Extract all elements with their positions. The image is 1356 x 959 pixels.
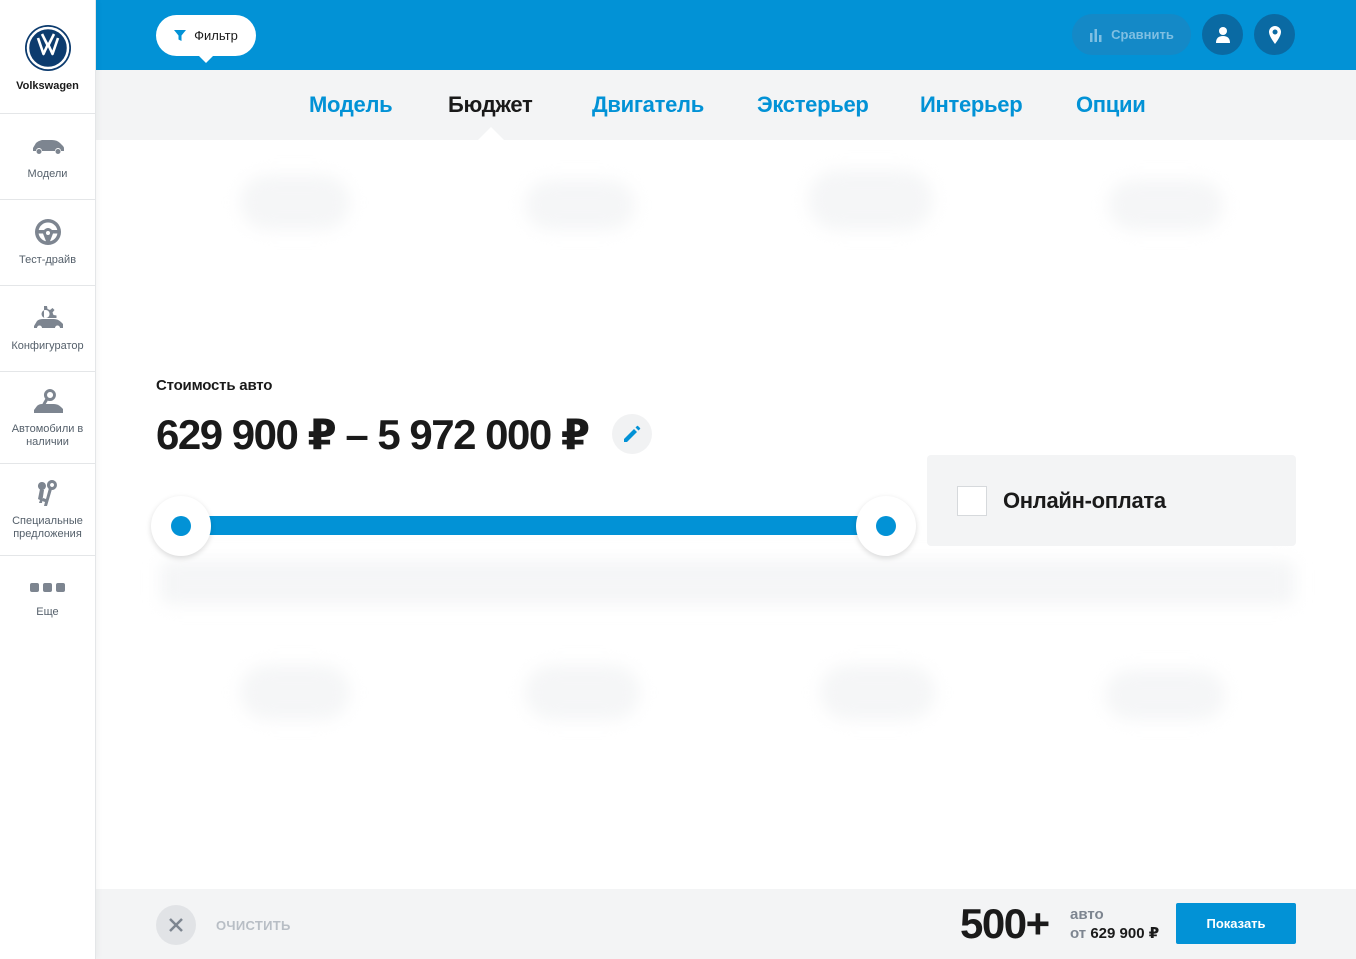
sidebar: Volkswagen Модели Тест-драйв Конфигурато… bbox=[0, 0, 96, 959]
results-from-price: 629 900 ₽ bbox=[1090, 925, 1160, 942]
online-payment-checkbox[interactable] bbox=[957, 485, 987, 516]
filter-label: Фильтр bbox=[194, 28, 238, 43]
tab-options[interactable]: Опции bbox=[1076, 92, 1146, 118]
sidebar-item-label: Тест-драйв bbox=[18, 254, 77, 266]
sidebar-item-special-offers[interactable]: Специальные предложения bbox=[0, 464, 95, 556]
brand-name: Volkswagen bbox=[16, 80, 79, 92]
price-range: 629 900 ₽ – 5 972 000 ₽ bbox=[156, 411, 590, 458]
bottom-bar: ОЧИСТИТЬ 500+ авто от 629 900 ₽ Показать bbox=[96, 889, 1356, 959]
active-tab-pointer bbox=[478, 127, 504, 140]
tab-interior[interactable]: Интерьер bbox=[920, 92, 1023, 118]
pencil-icon bbox=[624, 425, 641, 442]
tab-model[interactable]: Модель bbox=[309, 92, 393, 118]
ghost-car bbox=[820, 665, 935, 720]
slider-handle-min[interactable] bbox=[151, 496, 211, 556]
filter-icon bbox=[174, 29, 187, 41]
price-slider[interactable] bbox=[151, 496, 916, 556]
ghost-car bbox=[1108, 180, 1223, 230]
tab-exterior[interactable]: Экстерьер bbox=[757, 92, 869, 118]
ghost-car bbox=[240, 175, 350, 230]
location-pin-icon bbox=[1268, 25, 1281, 44]
slider-track bbox=[181, 516, 886, 535]
show-results-button[interactable]: Показать bbox=[1176, 903, 1296, 944]
ghost-car bbox=[240, 665, 350, 720]
clear-button[interactable] bbox=[156, 905, 196, 945]
online-payment-option[interactable]: Онлайн-оплата bbox=[927, 455, 1296, 546]
keys-icon bbox=[37, 479, 57, 506]
steering-wheel-icon bbox=[34, 219, 61, 245]
sidebar-item-more[interactable]: Еще bbox=[0, 556, 95, 646]
sidebar-item-configurator[interactable]: Конфигуратор bbox=[0, 286, 95, 372]
top-bar: Фильтр Сравнить bbox=[96, 0, 1356, 70]
ghost-car bbox=[808, 170, 933, 230]
sidebar-item-label: Еще bbox=[36, 606, 59, 618]
sidebar-item-label: Модели bbox=[27, 168, 68, 180]
sidebar-item-label: Конфигуратор bbox=[11, 340, 84, 352]
sidebar-item-test-drive[interactable]: Тест-драйв bbox=[0, 200, 95, 286]
filter-tabs: Модель Бюджет Двигатель Экстерьер Интерь… bbox=[96, 70, 1356, 140]
ghost-car bbox=[525, 180, 635, 230]
sidebar-item-models[interactable]: Модели bbox=[0, 114, 95, 200]
ghost-banner bbox=[160, 560, 1295, 605]
online-payment-label: Онлайн-оплата bbox=[1003, 487, 1166, 513]
car-search-icon bbox=[33, 388, 63, 413]
sidebar-item-in-stock[interactable]: Автомобили в наличии bbox=[0, 372, 95, 464]
filter-button[interactable]: Фильтр bbox=[156, 15, 256, 63]
results-unit: авто bbox=[1070, 906, 1104, 923]
results-count: 500+ bbox=[960, 900, 1050, 947]
compare-label: Сравнить bbox=[1111, 27, 1174, 42]
configurator-icon bbox=[33, 306, 63, 328]
close-icon bbox=[169, 918, 183, 932]
sidebar-item-label: Специальные предложения bbox=[12, 514, 83, 540]
brand-logo[interactable]: Volkswagen bbox=[0, 0, 95, 114]
vw-logo-icon bbox=[24, 25, 71, 71]
price-label: Стоимость авто bbox=[156, 377, 273, 394]
edit-price-button[interactable] bbox=[612, 414, 652, 454]
compare-button[interactable]: Сравнить bbox=[1072, 14, 1191, 55]
sidebar-item-label: Автомобили в наличии bbox=[11, 422, 84, 448]
tab-engine[interactable]: Двигатель bbox=[592, 92, 704, 118]
user-icon bbox=[1215, 26, 1230, 43]
bar-chart-icon bbox=[1090, 28, 1102, 42]
results-meta: авто от 629 900 ₽ bbox=[1070, 905, 1159, 943]
ghost-car bbox=[525, 665, 640, 720]
results-from: от 629 900 ₽ bbox=[1070, 925, 1160, 942]
ghost-car bbox=[1105, 670, 1225, 720]
location-button[interactable] bbox=[1254, 14, 1295, 55]
account-button[interactable] bbox=[1202, 14, 1243, 55]
more-dots-icon bbox=[30, 583, 65, 592]
car-icon bbox=[32, 140, 64, 154]
tab-budget[interactable]: Бюджет bbox=[448, 92, 533, 118]
clear-label[interactable]: ОЧИСТИТЬ bbox=[216, 918, 291, 933]
slider-handle-max[interactable] bbox=[856, 496, 916, 556]
